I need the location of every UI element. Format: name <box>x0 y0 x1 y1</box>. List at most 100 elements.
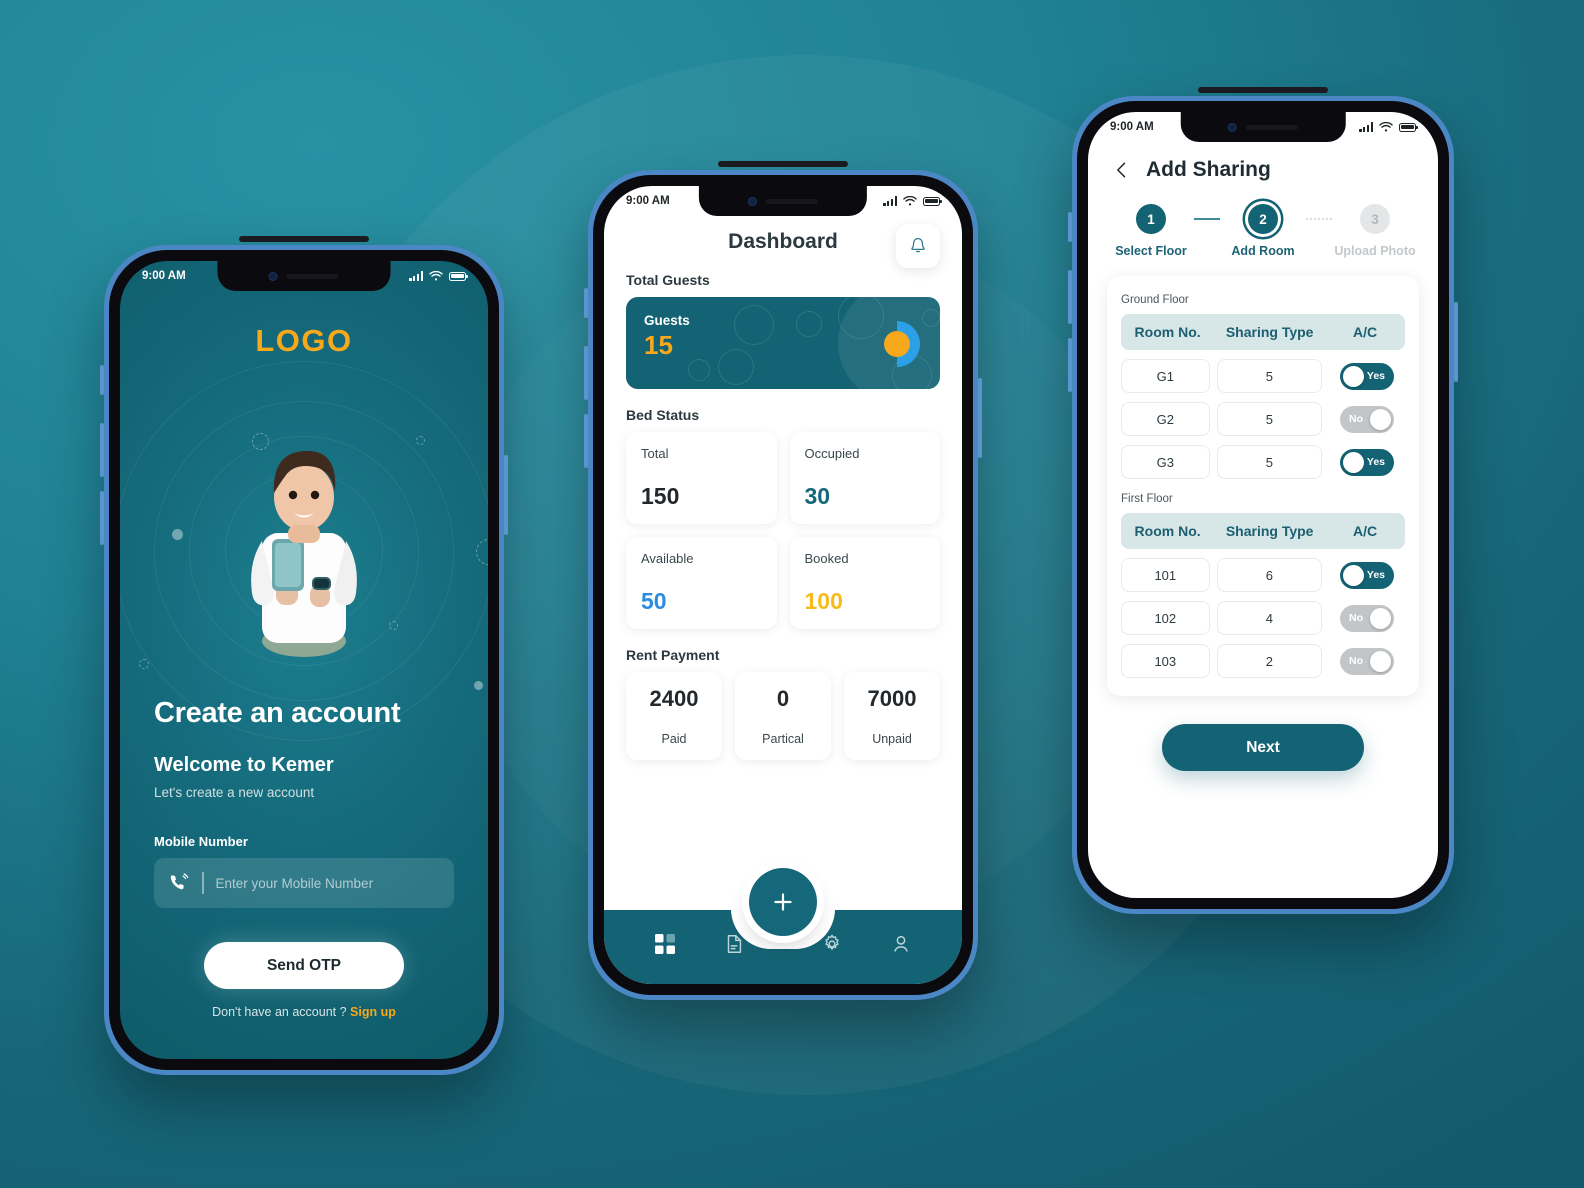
rent-value: 0 <box>776 686 790 711</box>
tab-dashboard[interactable] <box>652 931 678 957</box>
mute-switch <box>1068 212 1072 242</box>
dashboard-screen: 9:00 AM Dashboard Total Guests Guests 15… <box>604 186 962 984</box>
room-no-cell[interactable]: 103 <box>1121 644 1210 678</box>
room-no-cell[interactable]: G2 <box>1121 402 1210 436</box>
rent-value: 2400 <box>649 686 699 711</box>
rent-payment-card[interactable]: 2400 Paid <box>626 672 722 760</box>
sign-up-link[interactable]: Sign up <box>350 1005 396 1019</box>
room-no-cell[interactable]: 101 <box>1121 558 1210 592</box>
bed-status-value: 30 <box>804 483 831 509</box>
section-total-guests-label: Total Guests <box>626 272 710 288</box>
signup-form: Create an account Welcome to Kemer Let's… <box>120 697 488 1059</box>
ac-toggle[interactable]: Yes <box>1340 448 1395 476</box>
signup-footer: Don't have an account ? Sign up <box>154 1005 454 1019</box>
sharing-type-cell[interactable]: 5 <box>1216 359 1323 393</box>
table-row: 102 4 No <box>1121 601 1405 635</box>
bed-status-grid: Total 150 Occupied 30 Available 50 Booke… <box>626 432 940 629</box>
front-camera-icon <box>748 196 757 206</box>
volume-up-button <box>100 423 104 477</box>
back-button[interactable] <box>1112 160 1132 180</box>
bed-status-label: Total <box>641 446 669 461</box>
bed-status-value: 100 <box>804 588 843 614</box>
send-otp-button[interactable]: Send OTP <box>204 942 404 989</box>
phone-notch <box>1180 112 1346 142</box>
earpiece-speaker <box>1246 124 1298 130</box>
column-header-room-no: Room No. <box>1134 523 1201 539</box>
phone-call-icon <box>170 873 189 890</box>
welcome-subtitle: Let's create a new account <box>154 785 315 800</box>
section-bed-status-label: Bed Status <box>626 407 700 423</box>
room-no-cell[interactable]: G1 <box>1121 359 1210 393</box>
sharing-type-cell[interactable]: 6 <box>1216 558 1323 592</box>
welcome-heading: Welcome to Kemer <box>154 754 334 776</box>
ac-toggle-label: Yes <box>1366 370 1386 382</box>
step-number: 3 <box>1360 204 1390 234</box>
add-button[interactable] <box>749 868 817 936</box>
step-upload-photo[interactable]: 3 Upload Photo <box>1332 204 1418 258</box>
step-add-room[interactable]: 2 Add Room <box>1220 204 1306 258</box>
step-connector-1 <box>1194 218 1220 220</box>
rent-label: Partical <box>762 732 804 746</box>
column-header-sharing-type: Sharing Type <box>1225 523 1314 539</box>
next-button[interactable]: Next <box>1162 724 1364 771</box>
ac-toggle[interactable]: No <box>1340 604 1395 632</box>
volume-up-button <box>1068 270 1072 324</box>
ac-toggle[interactable]: Yes <box>1340 362 1395 390</box>
column-header-sharing-type: Sharing Type <box>1225 324 1314 340</box>
ac-toggle-label: Yes <box>1366 456 1386 468</box>
room-no-cell[interactable]: 102 <box>1121 601 1210 635</box>
rooms-panel: Ground Floor Room No. Sharing Type A/C G… <box>1107 276 1419 696</box>
room-no-cell[interactable]: G3 <box>1121 445 1210 479</box>
add-sharing-screen: 9:00 AM Add Sharing 1 Select Floor 2 Add… <box>1088 112 1438 898</box>
bed-status-label: Booked <box>804 551 849 566</box>
mobile-number-input[interactable] <box>215 875 440 891</box>
rent-payment-grid: 2400 Paid 0 Partical 7000 Unpaid <box>626 672 940 760</box>
rent-payment-card[interactable]: 0 Partical <box>735 672 831 760</box>
notifications-button[interactable] <box>896 224 940 268</box>
sharing-type-cell[interactable]: 2 <box>1216 644 1323 678</box>
app-logo: LOGO <box>255 323 353 358</box>
wifi-icon <box>429 270 443 281</box>
phone-antenna-line <box>718 161 848 167</box>
ac-toggle-label: No <box>1349 413 1364 425</box>
page-title: Add Sharing <box>1146 158 1271 181</box>
sharing-type-cell[interactable]: 5 <box>1216 445 1323 479</box>
mobile-number-label: Mobile Number <box>154 834 248 849</box>
dashboard-content: Total Guests Guests 15 Bed Status Total … <box>604 272 962 760</box>
step-select-floor[interactable]: 1 Select Floor <box>1108 204 1194 258</box>
phone-mockup-signup: 9:00 AM LOGO Create an account Welcome t… <box>100 236 508 1075</box>
step-connector-2 <box>1306 218 1332 220</box>
column-header-ac: A/C <box>1353 523 1378 539</box>
ac-toggle-label: Yes <box>1366 569 1386 581</box>
bed-status-card[interactable]: Occupied 30 <box>789 432 940 524</box>
ac-toggle[interactable]: No <box>1340 647 1395 675</box>
sharing-type-cell[interactable]: 4 <box>1216 601 1323 635</box>
bed-status-card[interactable]: Booked 100 <box>789 537 940 629</box>
plus-icon <box>774 893 792 911</box>
tab-profile[interactable] <box>888 931 914 957</box>
column-header-room-no: Room No. <box>1134 324 1201 340</box>
earpiece-speaker <box>286 273 339 279</box>
phone-antenna-line <box>1198 87 1328 93</box>
battery-icon <box>923 196 942 206</box>
ac-toggle[interactable]: Yes <box>1340 561 1395 589</box>
total-guests-card[interactable]: Guests 15 <box>626 297 940 389</box>
volume-down-button <box>584 414 588 468</box>
input-divider <box>202 872 204 894</box>
battery-icon <box>449 271 468 281</box>
rent-payment-card[interactable]: 7000 Unpaid <box>844 672 940 760</box>
volume-down-button <box>100 491 104 545</box>
front-camera-icon <box>268 271 278 281</box>
power-button <box>1454 302 1458 382</box>
rent-label: Paid <box>661 732 687 746</box>
mobile-number-input-wrapper[interactable] <box>154 858 454 908</box>
bed-status-card[interactable]: Total 150 <box>626 432 777 524</box>
floor-label-ground: Ground Floor <box>1121 294 1189 306</box>
bed-status-card[interactable]: Available 50 <box>626 537 777 629</box>
signup-footer-text: Don't have an account ? <box>212 1005 347 1019</box>
sharing-type-cell[interactable]: 5 <box>1216 402 1323 436</box>
ac-toggle[interactable]: No <box>1340 405 1395 433</box>
ac-toggle-label: No <box>1349 655 1364 667</box>
signal-bars-icon <box>409 271 423 281</box>
table-row: G1 5 Yes <box>1121 359 1405 393</box>
